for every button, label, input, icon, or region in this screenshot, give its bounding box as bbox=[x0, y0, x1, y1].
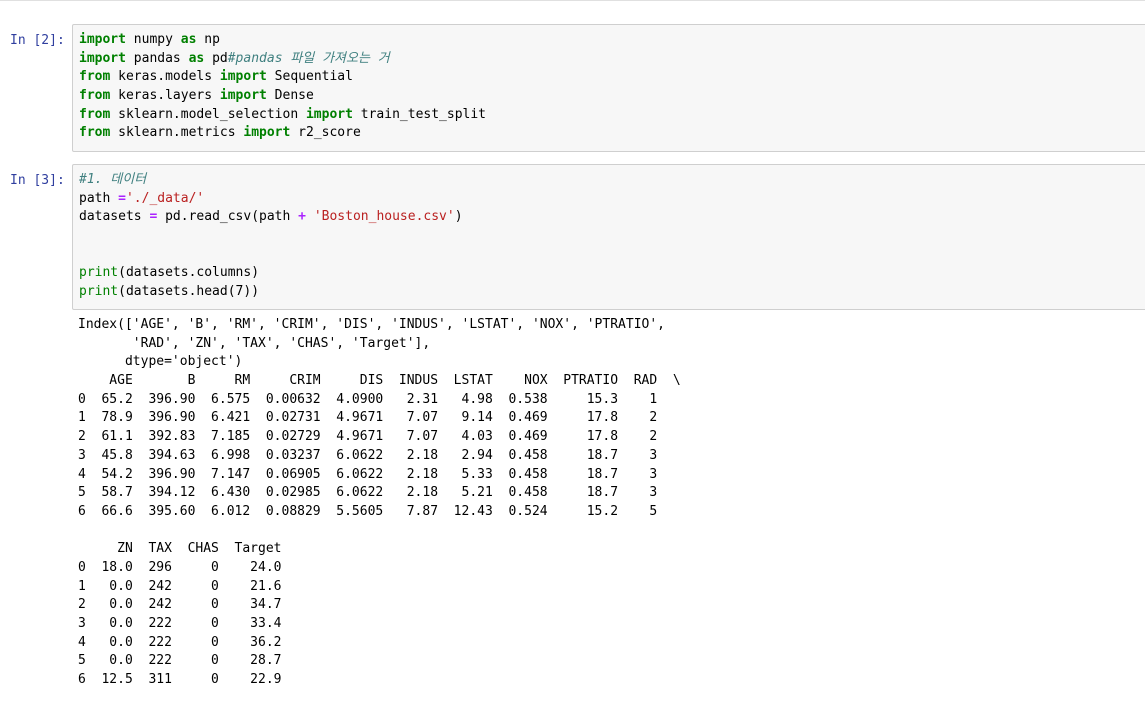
code-token: from bbox=[79, 106, 111, 122]
code-token: pandas bbox=[125, 50, 189, 66]
code-token: from bbox=[79, 69, 111, 85]
output-line: 4 0.0 222 0 36.2 bbox=[78, 634, 282, 650]
output-line: 4 54.2 396.90 7.147 0.06905 6.0622 2.18 … bbox=[78, 466, 658, 482]
output-line: 5 58.7 394.12 6.430 0.02985 6.0622 2.18 … bbox=[78, 485, 658, 501]
code-line: print(datasets.columns) bbox=[79, 264, 463, 283]
output-line: Index(['AGE', 'B', 'RM', 'CRIM', 'DIS', … bbox=[78, 317, 665, 332]
code-token: (datasets.head(7)) bbox=[118, 284, 260, 300]
code-line: datasets = pd.read_csv(path + 'Boston_ho… bbox=[79, 208, 463, 227]
cell-output-text: Index(['AGE', 'B', 'RM', 'CRIM', 'DIS', … bbox=[78, 316, 681, 690]
code-token: datasets bbox=[79, 209, 150, 225]
code-token: (datasets.columns) bbox=[118, 265, 260, 281]
code-token: #pandas 파일 가져오는 거 bbox=[227, 50, 390, 66]
output-line: 2 0.0 242 0 34.7 bbox=[78, 597, 282, 613]
code-token: import bbox=[79, 50, 126, 66]
code-token: = bbox=[118, 190, 126, 206]
code-token: print bbox=[79, 265, 119, 281]
code-line: print(datasets.head(7)) bbox=[79, 283, 463, 302]
code-cell-data-load[interactable]: In [3]: #1. 데이터 path ='./_data/' datasets … bbox=[0, 164, 1145, 312]
code-token: from bbox=[79, 125, 111, 141]
code-token: './_data/' bbox=[125, 190, 205, 206]
code-line: from sklearn.metrics import r2_score bbox=[79, 124, 486, 143]
code-token: pd bbox=[204, 50, 228, 66]
output-line: 1 0.0 242 0 21.6 bbox=[78, 578, 282, 594]
output-line: 6 12.5 311 0 22.9 bbox=[78, 672, 282, 688]
code-token: import bbox=[243, 125, 291, 141]
code-token: import bbox=[219, 69, 267, 85]
code-cell-imports[interactable]: In [2]: import numpy as np import pandas … bbox=[0, 24, 1145, 152]
code-line: import numpy as np bbox=[79, 31, 486, 50]
code-line: from keras.layers import Dense bbox=[79, 87, 486, 106]
code-token: 'Boston_house.csv' bbox=[313, 209, 455, 225]
cell-prompt: In [2]: bbox=[10, 33, 65, 48]
code-token: import bbox=[79, 32, 126, 47]
code-token: Dense bbox=[266, 88, 314, 104]
code-line: import pandas as pd#pandas 파일 가져오는 거 bbox=[79, 50, 486, 69]
code-token: from bbox=[79, 88, 111, 104]
code-token: import bbox=[305, 106, 353, 122]
code-token: Sequential bbox=[266, 69, 353, 85]
code-token: path bbox=[79, 190, 119, 206]
notebook-top-border bbox=[0, 0, 1145, 1]
output-line: 'RAD', 'ZN', 'TAX', 'CHAS', 'Target'], bbox=[78, 335, 431, 351]
cell-prompt: In [3]: bbox=[10, 173, 65, 188]
code-token: keras.layers bbox=[110, 88, 220, 104]
code-token: train_test_split bbox=[352, 106, 487, 122]
output-line: 6 66.6 395.60 6.012 0.08829 5.5605 7.87 … bbox=[78, 503, 658, 519]
code-token: sklearn.metrics bbox=[110, 125, 244, 141]
code-token: as bbox=[188, 50, 205, 66]
code-line: from sklearn.model_selection import trai… bbox=[79, 106, 486, 125]
code-token: keras.models bbox=[110, 69, 220, 85]
code-token: as bbox=[180, 32, 197, 47]
output-line: dtype='object') bbox=[78, 354, 243, 370]
output-line: 5 0.0 222 0 28.7 bbox=[78, 653, 282, 669]
output-line: 2 61.1 392.83 7.185 0.02729 4.9671 7.07 … bbox=[78, 429, 658, 445]
output-line: 3 0.0 222 0 33.4 bbox=[78, 616, 282, 631]
output-line: 0 18.0 296 0 24.0 bbox=[78, 559, 282, 575]
output-line: ZN TAX CHAS Target bbox=[78, 541, 282, 557]
code-token: numpy bbox=[125, 32, 181, 47]
code-token: #1. 데이터 bbox=[79, 172, 147, 187]
output-line: 1 78.9 396.90 6.421 0.02731 4.9671 7.07 … bbox=[78, 410, 658, 426]
output-line: 0 65.2 396.90 6.575 0.00632 4.0900 2.31 … bbox=[78, 391, 658, 407]
code-input-area[interactable]: import numpy as np import pandas as pd#pa… bbox=[72, 24, 1145, 152]
code-line: from keras.models import Sequential bbox=[79, 68, 486, 87]
code-token: sklearn.model_selection bbox=[110, 106, 306, 122]
code-editor[interactable]: #1. 데이터 path ='./_data/' datasets = pd.rea… bbox=[79, 171, 463, 302]
code-token: ) bbox=[454, 209, 463, 225]
code-token: import bbox=[219, 88, 267, 104]
code-token: r2_score bbox=[290, 125, 361, 141]
code-token: np bbox=[196, 32, 220, 47]
code-token: pd.read_csv(path bbox=[157, 209, 299, 225]
code-input-area[interactable]: #1. 데이터 path ='./_data/' datasets = pd.rea… bbox=[72, 164, 1145, 310]
code-token: print bbox=[79, 284, 119, 300]
code-editor[interactable]: import numpy as np import pandas as pd#pa… bbox=[79, 31, 486, 143]
output-line: AGE B RM CRIM DIS INDUS LSTAT NOX PTRATI… bbox=[78, 373, 681, 389]
code-token: + bbox=[298, 209, 306, 225]
code-line: #1. 데이터 bbox=[79, 171, 463, 190]
output-line: 3 45.8 394.63 6.998 0.03237 6.0622 2.18 … bbox=[78, 447, 658, 463]
code-line: path ='./_data/' bbox=[79, 190, 463, 209]
